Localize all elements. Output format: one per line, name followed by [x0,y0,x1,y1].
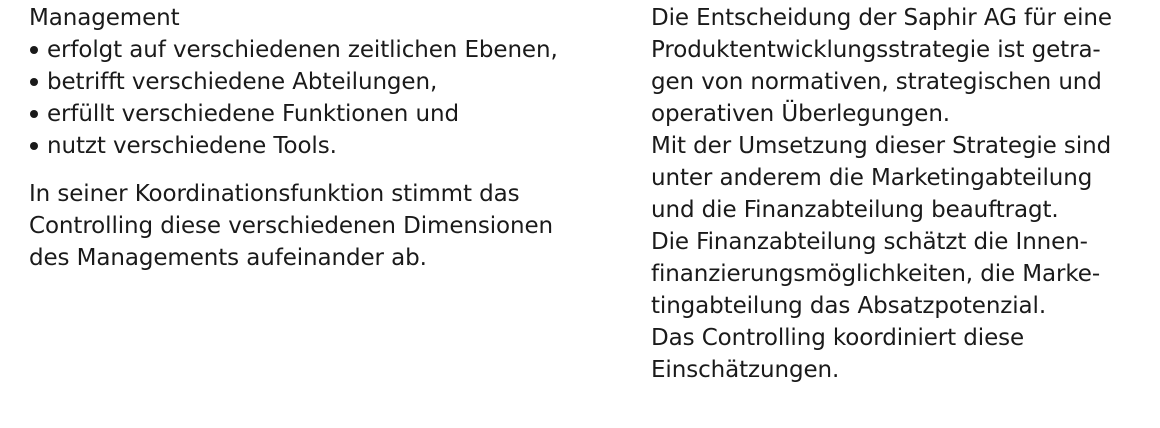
bullet-icon [30,78,38,86]
bullet-text: nutzt verschiedene Tools. [47,133,337,159]
bullet-icon [30,110,38,118]
example-line: tingabteilung das Absatzpotenzial. [651,293,1047,319]
bullet-text: erfüllt verschiedene Funktionen und [47,101,459,127]
left-column: Management erfolgt auf verschiedenen zei… [29,2,619,274]
bullet-item: betrifft verschiedene Abteilungen, [29,66,619,98]
example-line: Die Entscheidung der Saphir AG für eine [651,5,1112,31]
example-line: Produktentwicklungsstrategie ist getra- [651,37,1101,63]
example-line: Einschätzungen. [651,357,840,383]
management-bullet-list: erfolgt auf verschiedenen zeitlichen Ebe… [29,34,619,162]
bullet-item: nutzt verschiedene Tools. [29,130,619,162]
example-line: gen von normativen, strategischen und [651,69,1102,95]
example-line: finanzierungsmöglichkeiten, die Marke- [651,261,1101,287]
example-line: und die Finanzabteilung beauftragt. [651,197,1059,223]
bullet-text: erfolgt auf verschiedenen zeitlichen Ebe… [47,37,558,63]
document-page: Management erfolgt auf verschiedenen zei… [0,0,1160,428]
example-line: Die Finanzabteilung schätzt die Innen- [651,229,1088,255]
example-line: unter anderem die Marketingabteilung [651,165,1093,191]
example-line: Das Controlling koordiniert diese [651,325,1025,351]
bullet-item: erfüllt verschiedene Funktionen und [29,98,619,130]
management-heading: Management [29,5,180,31]
bullet-text: betrifft verschiedene Abteilungen, [47,69,438,95]
example-line: operativen Überlegungen. [651,101,951,127]
coordination-paragraph: In seiner Koordinationsfunktion stimmt d… [29,178,619,274]
right-column: Die Entscheidung der Saphir AG für eine … [651,2,1151,386]
example-line: Mit der Umsetzung dieser Strategie sind [651,133,1112,159]
bullet-icon [30,46,38,54]
bullet-item: erfolgt auf verschiedenen zeitlichen Ebe… [29,34,619,66]
paragraph-line: In seiner Koordinationsfunktion stimmt d… [29,181,520,207]
paragraph-line: des Managements aufeinander ab. [29,245,427,271]
bullet-icon [30,142,38,150]
paragraph-line: Controlling diese verschiedenen Dimensio… [29,213,554,239]
